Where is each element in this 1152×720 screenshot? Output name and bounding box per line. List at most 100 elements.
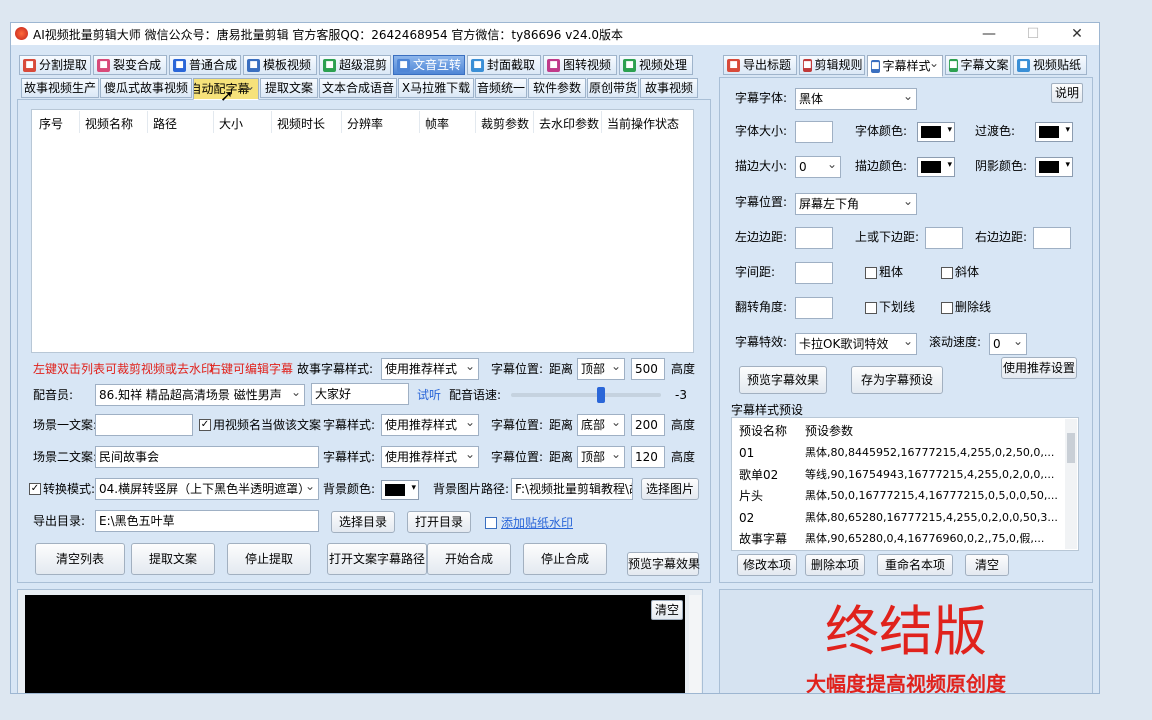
- action-button-2[interactable]: 提取文案: [131, 543, 215, 575]
- preset-row-params[interactable]: 黑体,90,65280,0,4,16776960,0,2,,75,0,假,...: [805, 529, 1063, 549]
- sub-tab-4[interactable]: 提取文案: [260, 78, 318, 98]
- right-tab-3[interactable]: ■ 字幕样式: [867, 55, 943, 77]
- bg-img-input[interactable]: F:\视频批量剪辑教程\故: [511, 478, 633, 500]
- transition-color-picker[interactable]: ▾: [1035, 122, 1073, 142]
- effect-select[interactable]: 卡拉OK歌词特效: [795, 333, 917, 355]
- preview-subtitle-button[interactable]: 预览字幕效果: [739, 366, 827, 394]
- italic-checkbox[interactable]: [941, 267, 953, 279]
- log-scrollbar[interactable]: [689, 595, 701, 693]
- main-tab-6[interactable]: ■ 文音互转: [393, 55, 465, 75]
- left-margin-input[interactable]: [795, 227, 833, 249]
- top-margin-input[interactable]: [925, 227, 963, 249]
- main-tab-9[interactable]: ■ 视频处理: [619, 55, 693, 75]
- use-recommended-button[interactable]: 使用推荐设置: [1001, 357, 1077, 379]
- minimize-button[interactable]: —: [967, 23, 1011, 45]
- sub-tab-2[interactable]: 傻瓜式故事视频: [100, 78, 192, 98]
- sub-tab-6[interactable]: X马拉雅下载: [398, 78, 474, 98]
- preset-button-4[interactable]: 清空: [965, 554, 1009, 576]
- main-tab-1[interactable]: ■ 分割提取: [19, 55, 91, 75]
- underline-checkbox[interactable]: [865, 302, 877, 314]
- bold-checkbox[interactable]: [865, 267, 877, 279]
- right-margin-input[interactable]: [1033, 227, 1071, 249]
- scene2-input[interactable]: 民间故事会: [95, 446, 319, 468]
- spacing-input[interactable]: [795, 262, 833, 284]
- pos-select-1[interactable]: 顶部: [577, 358, 625, 380]
- pos-select-4[interactable]: 顶部: [577, 446, 625, 468]
- size-input[interactable]: [795, 121, 833, 143]
- convert-checkbox[interactable]: ✓: [29, 483, 41, 495]
- log-clear-button[interactable]: 清空: [651, 600, 683, 620]
- main-tab-3[interactable]: ■ 普通合成: [169, 55, 241, 75]
- voice-select[interactable]: 86.知祥 精品超高清场景 磁性男声: [95, 384, 305, 406]
- preset-row-params[interactable]: 黑体,80,8445952,16777215,4,255,0,2,50,0,..…: [805, 443, 1063, 463]
- close-button[interactable]: ✕: [1055, 23, 1099, 45]
- preset-row-params[interactable]: 黑体,80,65280,16777215,4,255,0,2,0,0,50,3.…: [805, 508, 1063, 528]
- distance-input-3[interactable]: 200: [631, 414, 665, 436]
- sub-tab-8[interactable]: 软件参数: [528, 78, 586, 98]
- font-select[interactable]: 黑体: [795, 88, 917, 110]
- story-style-select[interactable]: 使用推荐样式: [381, 358, 479, 380]
- right-tab-4[interactable]: ■ 字幕文案: [945, 55, 1011, 75]
- scene1-input[interactable]: [95, 414, 193, 436]
- preset-button-2[interactable]: 删除本项: [805, 554, 865, 576]
- distance-input-4[interactable]: 120: [631, 446, 665, 468]
- rotate-input[interactable]: [795, 297, 833, 319]
- preset-row-name[interactable]: 01: [739, 443, 754, 463]
- speed-slider-track[interactable]: [511, 393, 661, 397]
- choose-image-button[interactable]: 选择图片: [641, 478, 699, 500]
- sub-tab-5[interactable]: 文本合成语音: [319, 78, 397, 98]
- export-dir-input[interactable]: E:\黑色五叶草: [95, 510, 319, 532]
- preset-row-name[interactable]: 片头: [739, 486, 763, 506]
- sub-tab-7[interactable]: 音频统一: [475, 78, 527, 98]
- action-button-3[interactable]: 停止提取: [227, 543, 311, 575]
- right-tab-1[interactable]: ■ 导出标题: [723, 55, 797, 75]
- preset-button-1[interactable]: 修改本项: [737, 554, 797, 576]
- choose-dir-button[interactable]: 选择目录: [331, 511, 395, 533]
- main-tab-2[interactable]: ■ 裂变合成: [93, 55, 167, 75]
- convert-select[interactable]: 04.横屏转竖屏（上下黑色半透明遮罩）: [95, 478, 319, 500]
- speed-slider-thumb[interactable]: [597, 387, 605, 403]
- stroke-color-picker[interactable]: ▾: [917, 157, 955, 177]
- subtitle-pos-select[interactable]: 屏幕左下角: [795, 193, 917, 215]
- stroke-size-select[interactable]: 0: [795, 156, 841, 178]
- right-tab-2[interactable]: ■ 剪辑规则: [799, 55, 865, 75]
- main-tab-5[interactable]: ■ 超级混剪: [319, 55, 391, 75]
- save-preset-button[interactable]: 存为字幕预设: [851, 366, 943, 394]
- help-button[interactable]: 说明: [1051, 83, 1083, 103]
- preset-button-3[interactable]: 重命名本项: [877, 554, 953, 576]
- preset-scrollbar[interactable]: [1065, 419, 1077, 549]
- action-button-1[interactable]: 清空列表: [35, 543, 125, 575]
- style-select-3[interactable]: 使用推荐样式: [381, 414, 479, 436]
- action-button-7[interactable]: 预览字幕效果: [627, 552, 700, 576]
- preset-row-name[interactable]: 歌单02: [739, 465, 778, 485]
- main-tab-7[interactable]: ■ 封面截取: [467, 55, 541, 75]
- action-button-5[interactable]: 开始合成: [427, 543, 511, 575]
- maximize-button[interactable]: ☐: [1011, 23, 1055, 45]
- watermark-checkbox[interactable]: [485, 517, 497, 529]
- style-select-4[interactable]: 使用推荐样式: [381, 446, 479, 468]
- shadow-color-picker[interactable]: ▾: [1035, 157, 1073, 177]
- main-tab-4[interactable]: ■ 模板视频: [243, 55, 317, 75]
- distance-input-1[interactable]: 500: [631, 358, 665, 380]
- video-table[interactable]: [31, 109, 694, 353]
- preset-row-params[interactable]: 黑体,50,0,16777215,4,16777215,0,5,0,0,50,.…: [805, 486, 1063, 506]
- sub-tab-10[interactable]: 故事视频: [640, 78, 698, 98]
- preset-row-params[interactable]: 等线,90,16754943,16777215,4,255,0,2,0,0,..…: [805, 465, 1063, 485]
- voice-text-input[interactable]: 大家好: [311, 383, 409, 405]
- action-button-6[interactable]: 停止合成: [523, 543, 607, 575]
- preset-row-name[interactable]: 02: [739, 508, 754, 528]
- sub-tab-1[interactable]: 故事视频生产: [21, 78, 99, 98]
- watermark-link[interactable]: 添加贴纸水印: [501, 513, 573, 533]
- listen-link[interactable]: 试听: [417, 385, 441, 405]
- preset-row-name[interactable]: 故事字幕: [739, 529, 787, 549]
- bg-color-picker[interactable]: ▾: [381, 480, 419, 500]
- use-name-checkbox[interactable]: ✓: [199, 419, 211, 431]
- open-dir-button[interactable]: 打开目录: [407, 511, 471, 533]
- main-tab-8[interactable]: ■ 图转视频: [543, 55, 617, 75]
- strike-checkbox[interactable]: [941, 302, 953, 314]
- scroll-speed-select[interactable]: 0: [989, 333, 1027, 355]
- sub-tab-9[interactable]: 原创带货: [587, 78, 639, 98]
- font-color-picker[interactable]: ▾: [917, 122, 955, 142]
- right-tab-5[interactable]: ■ 视频贴纸: [1013, 55, 1087, 75]
- action-button-4[interactable]: 打开文案字幕路径: [327, 543, 427, 575]
